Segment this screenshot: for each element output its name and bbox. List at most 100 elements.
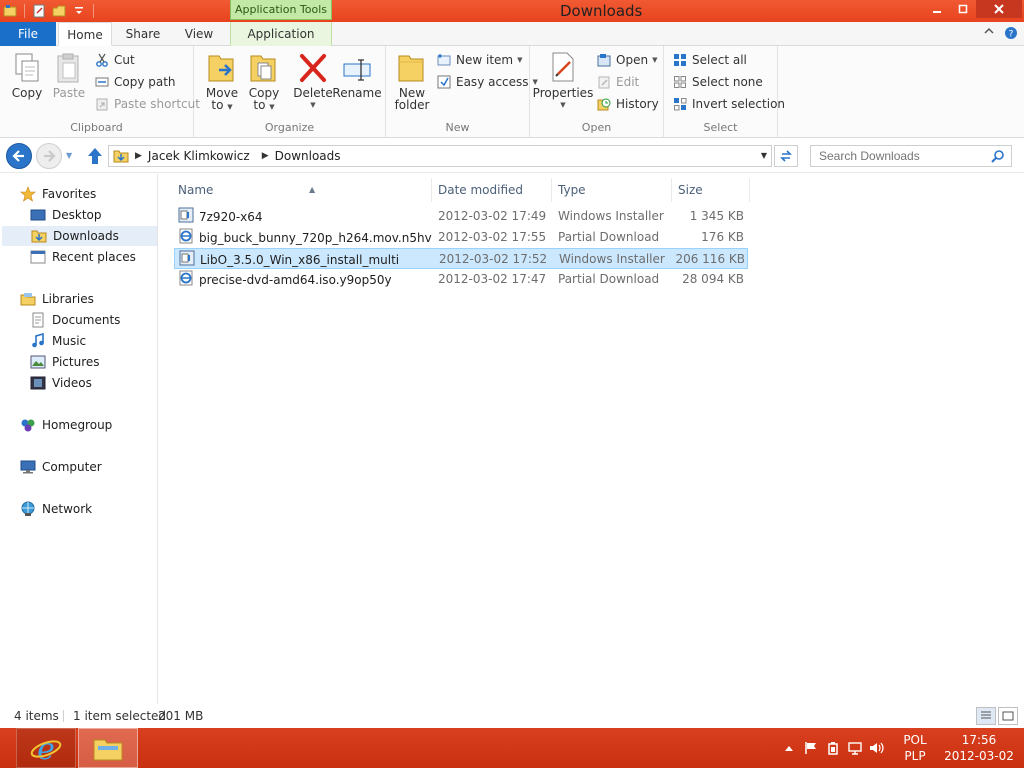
explorer-icon[interactable]: [2, 3, 18, 19]
clock[interactable]: 17:56 2012-03-02: [934, 732, 1024, 764]
select-all-button[interactable]: Select all: [672, 50, 747, 70]
large-icons-view-button[interactable]: [998, 707, 1018, 725]
copy-icon: [11, 50, 43, 84]
column-header-date[interactable]: Date modified: [432, 178, 552, 202]
nav-desktop[interactable]: Desktop: [30, 205, 102, 225]
invert-selection-button[interactable]: Invert selection: [672, 94, 785, 114]
tab-application[interactable]: Application: [230, 22, 332, 46]
network-status-icon[interactable]: [844, 741, 866, 755]
breadcrumb-downloads[interactable]: Downloads: [275, 149, 341, 163]
edit-button[interactable]: Edit: [596, 72, 639, 92]
action-center-flag-icon[interactable]: [800, 741, 822, 755]
file-row[interactable]: big_buck_bunny_720p_h264.mov.n5hvgi0 201…: [174, 227, 748, 248]
maximize-button[interactable]: [950, 0, 976, 18]
nav-pictures[interactable]: Pictures: [30, 352, 100, 372]
properties-icon[interactable]: [31, 3, 47, 19]
customize-qat-icon[interactable]: [71, 3, 87, 19]
forward-button[interactable]: [36, 143, 62, 169]
delete-button[interactable]: Delete ▼: [292, 50, 334, 111]
close-button[interactable]: [976, 0, 1022, 18]
navigation-pane: Favorites Desktop Downloads Recent place…: [0, 174, 158, 704]
paste-shortcut-button[interactable]: Paste shortcut: [94, 94, 200, 114]
nav-downloads[interactable]: Downloads: [2, 226, 157, 246]
title-bar[interactable]: Application Tools Downloads: [0, 0, 1024, 22]
new-folder-icon[interactable]: [51, 3, 67, 19]
nav-videos-label: Videos: [52, 376, 92, 390]
breadcrumb-separator[interactable]: ▶: [262, 151, 269, 161]
file-date: 2012-03-02 17:47: [438, 272, 547, 286]
copy-path-button[interactable]: Copy path: [94, 72, 176, 92]
easy-access-button[interactable]: Easy access ▼: [436, 72, 538, 92]
search-input[interactable]: [819, 149, 995, 163]
rename-button[interactable]: Rename: [332, 50, 382, 100]
file-row[interactable]: 7z920-x64 2012-03-02 17:49 Windows Insta…: [174, 206, 748, 227]
details-view-button[interactable]: [976, 707, 996, 725]
libraries-icon: [20, 291, 36, 307]
file-row-selected[interactable]: LibO_3.5.0_Win_x86_install_multi 2012-03…: [174, 248, 748, 269]
nav-computer-label: Computer: [42, 460, 102, 474]
search-icon[interactable]: [991, 149, 1005, 166]
column-header-size[interactable]: Size: [672, 178, 750, 202]
refresh-button[interactable]: [774, 145, 798, 167]
open-button[interactable]: Open ▼: [596, 50, 657, 70]
paste-button[interactable]: Paste: [48, 50, 90, 100]
copy-button[interactable]: Copy: [6, 50, 48, 100]
select-none-button[interactable]: Select none: [672, 72, 763, 92]
help-icon[interactable]: ?: [1004, 26, 1018, 43]
recent-locations-dropdown[interactable]: ▼: [66, 151, 72, 160]
taskbar: e POL PLP 17:56 2012-03-02: [0, 728, 1024, 768]
show-hidden-icons-icon[interactable]: [778, 744, 800, 752]
minimize-button[interactable]: [924, 0, 950, 18]
file-row[interactable]: precise-dvd-amd64.iso.y9op50y 2012-03-02…: [174, 269, 748, 290]
search-box[interactable]: [810, 145, 1012, 167]
nav-libraries[interactable]: Libraries: [20, 289, 94, 309]
address-bar[interactable]: ▶ Jacek Klimkowicz ▶ Downloads ▼: [108, 145, 772, 167]
properties-button[interactable]: Properties ▼: [533, 50, 593, 111]
up-arrow-icon: [88, 148, 102, 164]
installer-icon: [178, 207, 194, 226]
nav-computer[interactable]: Computer: [20, 457, 102, 477]
move-to-button[interactable]: Move to ▼: [202, 50, 242, 113]
new-item-button[interactable]: New item ▼: [436, 50, 523, 70]
breadcrumb-user[interactable]: Jacek Klimkowicz: [148, 149, 250, 163]
recent-places-icon: [30, 249, 46, 265]
input-language-indicator[interactable]: POL PLP: [896, 732, 934, 764]
breadcrumb-separator[interactable]: ▶: [135, 151, 142, 161]
tab-file[interactable]: File: [0, 22, 56, 46]
nav-favorites[interactable]: Favorites: [20, 184, 96, 204]
forward-arrow-icon: [44, 150, 56, 162]
taskbar-internet-explorer[interactable]: e: [16, 728, 76, 768]
column-header-type[interactable]: Type: [552, 178, 672, 202]
select-all-icon: [672, 52, 688, 68]
nav-music[interactable]: Music: [30, 331, 86, 351]
taskbar-file-explorer[interactable]: [78, 728, 138, 768]
tab-home[interactable]: Home: [58, 22, 112, 46]
cut-button[interactable]: Cut: [94, 50, 135, 70]
history-button[interactable]: History: [596, 94, 659, 114]
tab-share[interactable]: Share: [116, 22, 170, 46]
details-view-icon: [981, 711, 991, 719]
nav-homegroup[interactable]: Homegroup: [20, 415, 112, 435]
qat-divider: [24, 4, 25, 18]
power-icon[interactable]: [822, 741, 844, 755]
column-header-name[interactable]: Name ▲: [172, 178, 432, 202]
tab-view[interactable]: View: [174, 22, 224, 46]
copy-to-button[interactable]: Copy to ▼: [244, 50, 284, 113]
documents-icon: [30, 312, 46, 328]
volume-icon[interactable]: [866, 741, 888, 755]
nav-documents[interactable]: Documents: [30, 310, 120, 330]
nav-videos[interactable]: Videos: [30, 373, 92, 393]
file-name: LibO_3.5.0_Win_x86_install_multi: [200, 252, 400, 267]
collapse-ribbon-icon[interactable]: [984, 26, 994, 43]
nav-network[interactable]: Network: [20, 499, 92, 519]
address-dropdown[interactable]: ▼: [761, 151, 767, 160]
move-to-label-2: to: [211, 98, 224, 112]
select-all-label: Select all: [692, 53, 747, 67]
nav-recent-places[interactable]: Recent places: [30, 247, 136, 267]
new-folder-button[interactable]: New folder: [392, 50, 432, 111]
file-list: Name ▲ Date modified Type Size 7z920-x64…: [160, 174, 1024, 704]
file-size: 206 116 KB: [675, 252, 745, 266]
invert-selection-label: Invert selection: [692, 97, 786, 111]
up-button[interactable]: [86, 146, 104, 166]
back-button[interactable]: [6, 143, 32, 169]
